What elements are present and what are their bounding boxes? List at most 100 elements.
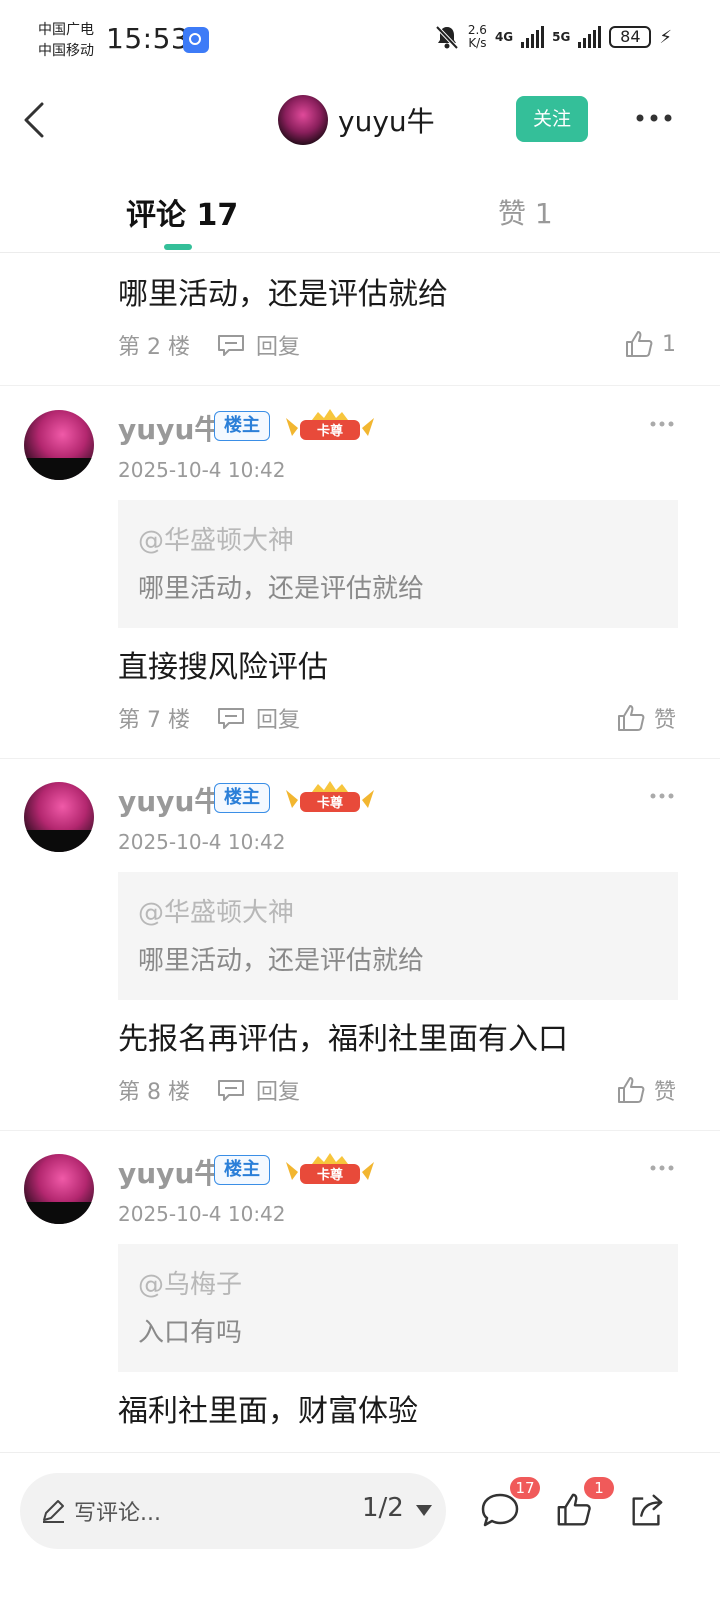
tab-comments[interactable]: 评论 17 xyxy=(126,190,238,234)
tab-bar: 评论 17 赞 1 xyxy=(0,170,720,253)
reply-icon xyxy=(217,335,244,356)
thumbs-up-icon xyxy=(617,705,645,731)
like-count: 1 xyxy=(662,331,676,357)
reply-icon xyxy=(217,708,244,729)
chevron-down-icon[interactable] xyxy=(416,1505,432,1517)
like-button[interactable]: 赞 xyxy=(616,1074,676,1106)
vip-crown-badge: 卡尊 xyxy=(286,409,374,440)
comment-item: yuyu牛 楼主 卡尊 2025-10-4 10:42 @华盛顿大神 哪里活动，… xyxy=(0,386,720,759)
comment-item: 哪里活动，还是评估就给 第 2 楼 回复 1 xyxy=(0,253,720,386)
mute-bell-icon xyxy=(435,25,459,50)
vip-badge-text: 卡尊 xyxy=(317,1167,343,1183)
comment-input-placeholder: 写评论... xyxy=(74,1501,161,1526)
carrier-1: 中国广电 xyxy=(38,22,94,38)
author-name[interactable]: yuyu牛 xyxy=(338,100,435,140)
comment-meta: 第 7 楼 回复 xyxy=(118,702,300,734)
floor-number: 第 8 楼 xyxy=(118,1080,190,1105)
top-nav-bar: yuyu牛 关注 xyxy=(0,84,720,156)
comment-time: 2025-10-4 10:42 xyxy=(118,458,286,482)
reply-button[interactable]: 回复 xyxy=(216,702,300,734)
quoted-text: 哪里活动，还是评估就给 xyxy=(138,574,425,604)
carrier-2: 中国移动 xyxy=(38,43,94,59)
vip-crown-badge: 卡尊 xyxy=(286,781,374,812)
app-notification-icon xyxy=(183,27,209,53)
commenter-name[interactable]: yuyu牛 xyxy=(118,1152,222,1192)
quoted-comment[interactable]: @乌梅子 入口有吗 xyxy=(118,1244,678,1372)
quoted-text: 入口有吗 xyxy=(138,1318,243,1348)
reply-label: 回复 xyxy=(255,708,300,733)
author-info[interactable]: yuyu牛 xyxy=(278,95,435,145)
battery-level: 84 xyxy=(620,27,641,46)
comment-item: yuyu牛 楼主 卡尊 2025-10-4 10:42 @乌梅子 入口有吗 福利… xyxy=(0,1130,720,1453)
comment-more-icon[interactable] xyxy=(650,792,674,800)
speed-unit: K/s xyxy=(468,36,487,50)
comment-text: 福利社里面，财富体验 xyxy=(118,1394,418,1429)
comment-meta: 第 8 楼 回复 xyxy=(118,1074,300,1106)
like-button[interactable]: 1 xyxy=(624,329,676,359)
op-badge: 楼主 xyxy=(214,783,270,813)
bottom-bar: 写评论... 1/2 17 1 xyxy=(0,1452,720,1611)
status-icons: 2.6 K/s 4G 5G 84 ⚡ xyxy=(434,24,672,50)
quoted-text: 哪里活动，还是评估就给 xyxy=(138,946,425,976)
commenter-name[interactable]: yuyu牛 xyxy=(118,780,222,820)
signal-bars-1-icon xyxy=(521,26,545,48)
comment-text: 直接搜风险评估 xyxy=(118,650,328,685)
quoted-comment[interactable]: @华盛顿大神 哪里活动，还是评估就给 xyxy=(118,500,678,628)
vip-crown-badge: 卡尊 xyxy=(286,1153,374,1184)
comment-input[interactable]: 写评论... 1/2 xyxy=(20,1473,446,1549)
reply-button[interactable]: 回复 xyxy=(216,329,300,361)
comment-more-icon[interactable] xyxy=(650,420,674,428)
vip-badge-text: 卡尊 xyxy=(317,423,343,439)
comment-more-icon[interactable] xyxy=(650,1164,674,1172)
battery-icon: 84 xyxy=(609,26,652,48)
network-speed: 2.6 K/s xyxy=(468,24,487,50)
op-badge: 楼主 xyxy=(214,411,270,441)
comment-text: 先报名再评估，福利社里面有入口 xyxy=(118,1022,568,1057)
thumbs-up-icon xyxy=(626,331,653,357)
charging-icon: ⚡ xyxy=(659,26,672,48)
quoted-comment[interactable]: @华盛顿大神 哪里活动，还是评估就给 xyxy=(118,872,678,1000)
more-options-icon[interactable] xyxy=(634,106,674,130)
floor-number: 第 2 楼 xyxy=(118,335,190,360)
quoted-user: @华盛顿大神 xyxy=(138,898,295,928)
commenter-avatar[interactable] xyxy=(24,410,94,480)
reply-icon xyxy=(217,1080,244,1101)
floor-number: 第 7 楼 xyxy=(118,708,190,733)
reply-label: 回复 xyxy=(255,335,300,360)
carrier-labels: 中国广电 中国移动 xyxy=(38,20,94,62)
commenter-name[interactable]: yuyu牛 xyxy=(118,408,222,448)
comment-count-badge: 17 xyxy=(510,1477,540,1499)
comment-item: yuyu牛 楼主 卡尊 2025-10-4 10:42 @华盛顿大神 哪里活动，… xyxy=(0,758,720,1131)
comment-time: 2025-10-4 10:42 xyxy=(118,1202,286,1226)
tab-likes[interactable]: 赞 1 xyxy=(498,192,553,232)
clock: 15:53 xyxy=(106,22,190,55)
op-badge: 楼主 xyxy=(214,1155,270,1185)
author-avatar[interactable] xyxy=(278,95,328,145)
active-tab-indicator xyxy=(164,244,192,250)
comment-time: 2025-10-4 10:42 xyxy=(118,830,286,854)
network-type-2: 5G xyxy=(552,30,571,44)
comment-meta: 第 2 楼 回复 xyxy=(118,329,300,361)
back-arrow-icon[interactable] xyxy=(18,98,58,142)
pen-icon xyxy=(43,1500,64,1523)
share-icon[interactable] xyxy=(628,1491,666,1529)
signal-bars-2-icon xyxy=(578,26,602,48)
reply-label: 回复 xyxy=(255,1080,300,1105)
comment-text: 哪里活动，还是评估就给 xyxy=(118,277,448,312)
vip-badge-text: 卡尊 xyxy=(317,795,343,811)
thumbs-up-icon xyxy=(617,1077,645,1103)
quoted-user: @华盛顿大神 xyxy=(138,526,295,556)
commenter-avatar[interactable] xyxy=(24,1154,94,1224)
like-button[interactable]: 赞 xyxy=(616,702,676,734)
commenter-avatar[interactable] xyxy=(24,782,94,852)
network-type-1: 4G xyxy=(494,30,514,44)
page-indicator[interactable]: 1/2 xyxy=(362,1493,404,1523)
like-count-badge: 1 xyxy=(584,1477,614,1499)
comment-list[interactable]: 哪里活动，还是评估就给 第 2 楼 回复 1 yuyu牛 楼主 卡尊 2025-… xyxy=(0,253,720,1453)
status-bar: 中国广电 中国移动 15:53 2.6 K/s 4G 5G 84 ⚡ xyxy=(0,0,720,84)
reply-button[interactable]: 回复 xyxy=(216,1074,300,1106)
like-label: 赞 xyxy=(653,708,676,733)
like-label: 赞 xyxy=(653,1080,676,1105)
quoted-user: @乌梅子 xyxy=(138,1270,243,1300)
follow-button[interactable]: 关注 xyxy=(516,96,588,142)
